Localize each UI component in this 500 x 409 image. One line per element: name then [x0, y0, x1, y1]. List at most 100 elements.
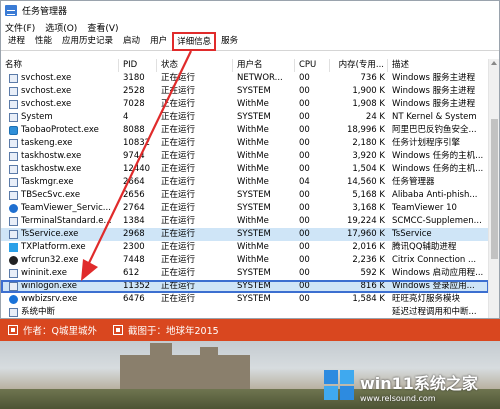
table-row[interactable]: taskeng.exe 10832 正在运行 WithMe 00 2,180 K 任务计划程…	[1, 137, 489, 150]
vertical-scrollbar[interactable]	[488, 59, 499, 318]
taskmgr-icon	[9, 178, 18, 187]
table-row[interactable]: taskhostw.exe 9744 正在运行 WithMe 00 3,920 K Wind…	[1, 150, 489, 163]
column-description[interactable]: 描述	[388, 59, 489, 72]
process-name: TaobaoProtect.exe	[21, 125, 99, 135]
tab-processes[interactable]: 进程	[3, 31, 30, 50]
process-name-cell: TXPlatform.exe	[1, 241, 119, 254]
wwbizsrv-icon	[9, 295, 18, 304]
process-user: WithMe	[237, 164, 269, 174]
process-description: Windows 任务的主机...	[392, 164, 484, 174]
column-user[interactable]: 用户名	[233, 59, 295, 72]
process-cpu: 00	[299, 281, 310, 291]
table-row[interactable]: svchost.exe 3180 正在运行 NETWOR... 00 736 K Windo…	[1, 72, 489, 85]
process-memory: 816 K	[360, 281, 386, 291]
process-cpu: 00	[299, 294, 310, 304]
process-name: TeamViewer_Servic...	[21, 203, 111, 213]
process-name-cell: TBSecSvc.exe	[1, 189, 119, 202]
table-row[interactable]: 系统中断 延迟过程调用和中断...	[1, 306, 489, 318]
tab-services[interactable]: 服务	[216, 31, 243, 50]
process-description: Windows 任务的主机...	[392, 151, 484, 161]
process-status: 正在运行	[161, 203, 196, 213]
process-memory: 1,504 K	[352, 164, 385, 174]
terminal-icon	[9, 217, 18, 226]
table-row[interactable]: wininit.exe 612 正在运行 SYSTEM 00 592 K Windows 启…	[1, 267, 489, 280]
process-memory: 592 K	[360, 268, 386, 278]
process-pid: 10832	[123, 138, 151, 148]
table-row[interactable]: Taskmgr.exe 2664 正在运行 WithMe 04 14,560 K 任务管理器	[1, 176, 489, 189]
table-row[interactable]: TXPlatform.exe 2300 正在运行 WithMe 00 2,016 K 腾讯Q…	[1, 241, 489, 254]
process-description: 任务计划程序引擎	[392, 138, 461, 148]
caption-author: 作者：Q城里城外	[23, 326, 97, 337]
process-description: Windows 登录应用...	[392, 281, 475, 291]
process-name-cell: winlogon.exe	[1, 280, 119, 293]
shield-icon	[9, 126, 18, 135]
process-user	[233, 306, 295, 318]
table-row[interactable]: TerminalStandard.e... 1384 正在运行 WithMe 00 19,…	[1, 215, 489, 228]
process-name-cell: wwbizsrv.exe	[1, 293, 119, 306]
process-cpu: 00	[299, 86, 310, 96]
process-name-cell: taskhostw.exe	[1, 163, 119, 176]
process-description: Windows 启动应用程...	[392, 268, 484, 278]
process-name: svchost.exe	[21, 99, 72, 109]
process-name: System	[21, 112, 53, 122]
process-pid: 11352	[123, 281, 151, 291]
process-user: SYSTEM	[237, 112, 271, 122]
tab-users[interactable]: 用户	[145, 31, 172, 50]
column-memory[interactable]: 内存(专用...	[330, 59, 388, 72]
process-name: winlogon.exe	[21, 281, 78, 291]
table-row[interactable]: TaobaoProtect.exe 8088 正在运行 WithMe 00 18,996 …	[1, 124, 489, 137]
system-icon	[9, 113, 18, 122]
table-row[interactable]: System 4 正在运行 SYSTEM 00 24 K NT Kernel & Syste…	[1, 111, 489, 124]
scroll-thumb[interactable]	[491, 119, 498, 259]
svchost-icon	[9, 74, 18, 83]
task-manager-window: 任务管理器 文件(F) 选项(O) 查看(V) 进程 性能 应用历史记录 启动 …	[0, 0, 500, 319]
process-name: 系统中断	[21, 307, 56, 317]
process-pid: 2300	[123, 242, 145, 252]
tab-details[interactable]: 详细信息	[172, 32, 217, 51]
process-memory: 3,168 K	[352, 203, 385, 213]
table-row[interactable]: wwbizsrv.exe 6476 正在运行 SYSTEM 00 1,584 K 旺旺亮灯服…	[1, 293, 489, 306]
tab-startup[interactable]: 启动	[118, 31, 145, 50]
process-name-cell: wininit.exe	[1, 267, 119, 280]
citrix-icon	[9, 256, 18, 265]
process-user: WithMe	[237, 125, 269, 135]
tab-app-history[interactable]: 应用历史记录	[57, 31, 118, 50]
process-memory: 3,920 K	[352, 151, 385, 161]
process-status: 正在运行	[161, 86, 196, 96]
process-user: NETWOR...	[237, 73, 283, 83]
process-user: WithMe	[237, 255, 269, 265]
author-icon	[8, 325, 18, 335]
process-status: 正在运行	[161, 73, 196, 83]
process-name-cell: TaobaoProtect.exe	[1, 124, 119, 137]
process-description: TeamViewer 10	[392, 203, 457, 213]
process-pid: 4	[123, 112, 129, 122]
tab-performance[interactable]: 性能	[30, 31, 57, 50]
table-row[interactable]: TBSecSvc.exe 2656 正在运行 SYSTEM 00 5,168 K Aliba…	[1, 189, 489, 202]
column-status[interactable]: 状态	[157, 59, 233, 72]
process-name-cell: svchost.exe	[1, 98, 119, 111]
process-status: 正在运行	[161, 99, 196, 109]
table-row[interactable]: TeamViewer_Servic... 2764 正在运行 SYSTEM 00 3,16…	[1, 202, 489, 215]
process-name-cell: TsService.exe	[1, 228, 119, 241]
process-memory: 1,908 K	[352, 99, 385, 109]
table-row[interactable]: taskhostw.exe 12440 正在运行 WithMe 00 1,504 K Win…	[1, 163, 489, 176]
table-row[interactable]: svchost.exe 7028 正在运行 WithMe 00 1,908 K Window…	[1, 98, 489, 111]
title-bar: 任务管理器	[1, 1, 499, 20]
process-status: 正在运行	[161, 268, 196, 278]
table-row[interactable]: winlogon.exe 11352 正在运行 SYSTEM 00 816 K Window…	[1, 280, 489, 293]
process-name-cell: Taskmgr.exe	[1, 176, 119, 189]
process-cpu: 00	[299, 164, 310, 174]
process-user: WithMe	[237, 99, 269, 109]
process-user: SYSTEM	[237, 268, 271, 278]
table-row[interactable]: svchost.exe 2528 正在运行 SYSTEM 00 1,900 K Window…	[1, 85, 489, 98]
column-pid[interactable]: PID	[119, 59, 157, 72]
column-cpu[interactable]: CPU	[295, 59, 330, 72]
process-status: 正在运行	[161, 177, 196, 187]
svchost-icon	[9, 87, 18, 96]
scroll-up-icon[interactable]	[491, 61, 497, 65]
column-name[interactable]: 名称	[1, 59, 119, 72]
table-row[interactable]: wfcrun32.exe 7448 正在运行 WithMe 00 2,236 K Citri…	[1, 254, 489, 267]
process-status: 正在运行	[161, 255, 196, 265]
table-row[interactable]: TsService.exe 2968 正在运行 SYSTEM 00 17,960 K TsS…	[1, 228, 489, 241]
process-cpu: 00	[299, 216, 310, 226]
